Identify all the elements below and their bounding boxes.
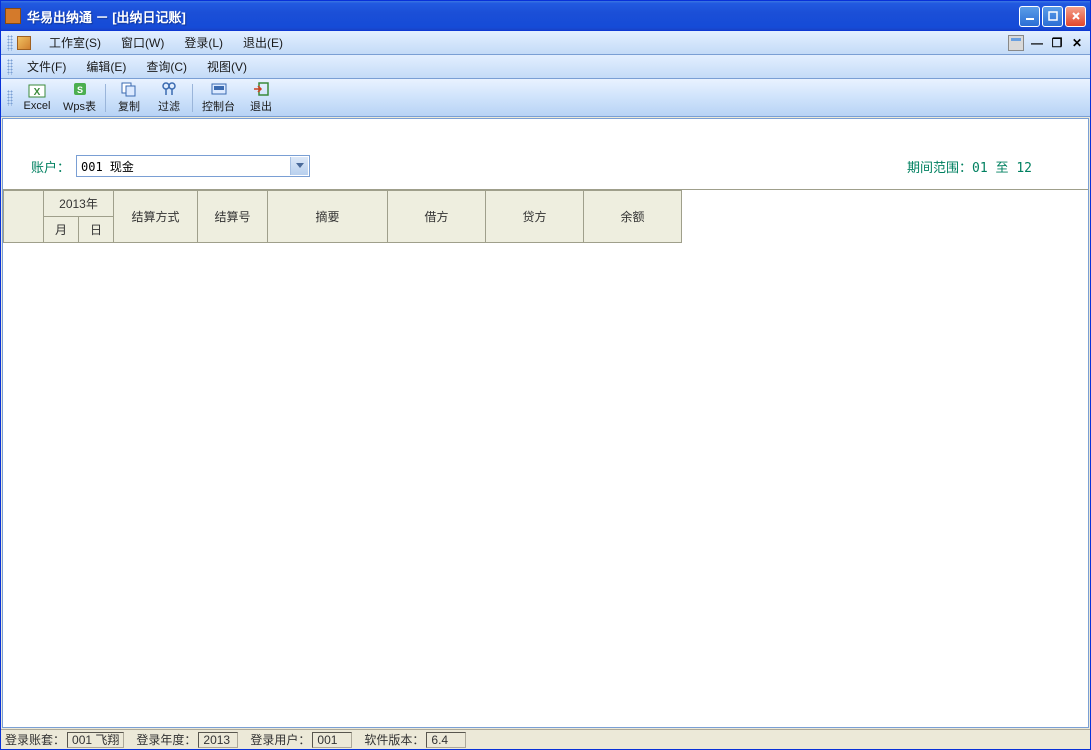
menu-login[interactable]: 登录(L) bbox=[174, 31, 233, 54]
tool-wps[interactable]: S Wps表 bbox=[57, 79, 102, 116]
minimize-button[interactable] bbox=[1019, 6, 1040, 27]
app-icon bbox=[5, 8, 21, 24]
chevron-down-icon bbox=[290, 157, 308, 175]
journal-table[interactable]: 2013年 结算方式 结算号 摘要 借方 贷方 余额 月 日 bbox=[3, 190, 682, 243]
status-year-value: 2013 bbox=[198, 732, 238, 748]
tool-exit-label: 退出 bbox=[250, 98, 272, 114]
excel-icon: X bbox=[28, 83, 46, 99]
menu-window[interactable]: 窗口(W) bbox=[111, 31, 174, 54]
separator bbox=[105, 84, 106, 112]
status-user-label: 登录用户： bbox=[250, 731, 310, 748]
maximize-button[interactable] bbox=[1042, 6, 1063, 27]
filter-row: 账户： 001 现金 期间范围：01 至 12 bbox=[3, 119, 1088, 189]
tool-excel-label: Excel bbox=[24, 100, 51, 112]
toolbar: X Excel S Wps表 复制 过滤 控 bbox=[1, 79, 1090, 117]
grid-area: 2013年 结算方式 结算号 摘要 借方 贷方 余额 月 日 bbox=[3, 189, 1088, 727]
status-ver-value: 6.4 bbox=[426, 732, 466, 748]
wps-icon: S bbox=[71, 81, 89, 97]
col-settle-no[interactable]: 结算号 bbox=[198, 191, 268, 243]
grip-icon bbox=[7, 35, 13, 51]
separator bbox=[192, 84, 193, 112]
col-debit[interactable]: 借方 bbox=[388, 191, 486, 243]
tool-filter[interactable]: 过滤 bbox=[149, 79, 189, 116]
exit-icon bbox=[252, 81, 270, 97]
mdi-restore[interactable]: ❐ bbox=[1050, 36, 1064, 50]
titlebar: 华易出纳通 － [出纳日记账] bbox=[1, 1, 1090, 31]
col-summary[interactable]: 摘要 bbox=[268, 191, 388, 243]
close-button[interactable] bbox=[1065, 6, 1086, 27]
period-range: 期间范围：01 至 12 bbox=[907, 157, 1060, 176]
tool-console-label: 控制台 bbox=[202, 98, 235, 114]
col-day[interactable]: 日 bbox=[79, 217, 114, 243]
menu-file[interactable]: 文件(F) bbox=[17, 55, 76, 78]
status-acctset-value: 001 飞翔 bbox=[67, 732, 124, 748]
svg-text:S: S bbox=[76, 85, 82, 95]
tool-copy-label: 复制 bbox=[118, 98, 140, 114]
tool-excel[interactable]: X Excel bbox=[17, 81, 57, 114]
filter-icon bbox=[160, 81, 178, 97]
mdi-child-icon bbox=[17, 36, 31, 50]
copy-icon bbox=[120, 81, 138, 97]
grip-icon bbox=[7, 90, 13, 106]
menu-exit[interactable]: 退出(E) bbox=[233, 31, 293, 54]
account-select[interactable]: 001 现金 bbox=[76, 155, 310, 177]
menu-workspace[interactable]: 工作室(S) bbox=[39, 31, 111, 54]
tool-copy[interactable]: 复制 bbox=[109, 79, 149, 116]
grip-icon bbox=[7, 59, 13, 75]
col-year[interactable]: 2013年 bbox=[44, 191, 114, 217]
svg-text:X: X bbox=[34, 87, 41, 98]
col-balance[interactable]: 余额 bbox=[584, 191, 682, 243]
status-ver-label: 软件版本： bbox=[364, 731, 424, 748]
menu-view[interactable]: 视图(V) bbox=[197, 55, 257, 78]
tool-console[interactable]: 控制台 bbox=[196, 79, 241, 116]
tool-filter-label: 过滤 bbox=[158, 98, 180, 114]
statusbar: 登录账套： 001 飞翔 登录年度： 2013 登录用户： 001 软件版本： … bbox=[1, 729, 1090, 749]
col-month[interactable]: 月 bbox=[44, 217, 79, 243]
tool-exit[interactable]: 退出 bbox=[241, 79, 281, 116]
console-icon bbox=[210, 81, 228, 97]
menu-edit[interactable]: 编辑(E) bbox=[76, 55, 136, 78]
main-menubar: 工作室(S) 窗口(W) 登录(L) 退出(E) — ❐ ✕ bbox=[1, 31, 1090, 55]
mdi-close[interactable]: ✕ bbox=[1070, 36, 1084, 50]
col-settle-type[interactable]: 结算方式 bbox=[114, 191, 198, 243]
account-value: 001 现金 bbox=[81, 158, 134, 175]
account-label: 账户： bbox=[31, 157, 70, 176]
calculator-icon[interactable] bbox=[1008, 35, 1024, 51]
menu-query[interactable]: 查询(C) bbox=[136, 55, 197, 78]
status-year-label: 登录年度： bbox=[136, 731, 196, 748]
col-credit[interactable]: 贷方 bbox=[486, 191, 584, 243]
window-title: 华易出纳通 － [出纳日记账] bbox=[27, 7, 1019, 26]
content-area: 账户： 001 现金 期间范围：01 至 12 2013年 结算方式 结算号 bbox=[2, 118, 1089, 728]
row-header-spacer bbox=[4, 191, 44, 243]
mdi-minimize[interactable]: — bbox=[1030, 36, 1044, 50]
status-acctset-label: 登录账套： bbox=[5, 731, 65, 748]
child-menubar: 文件(F) 编辑(E) 查询(C) 视图(V) bbox=[1, 55, 1090, 79]
tool-wps-label: Wps表 bbox=[63, 98, 96, 114]
status-user-value: 001 bbox=[312, 732, 352, 748]
